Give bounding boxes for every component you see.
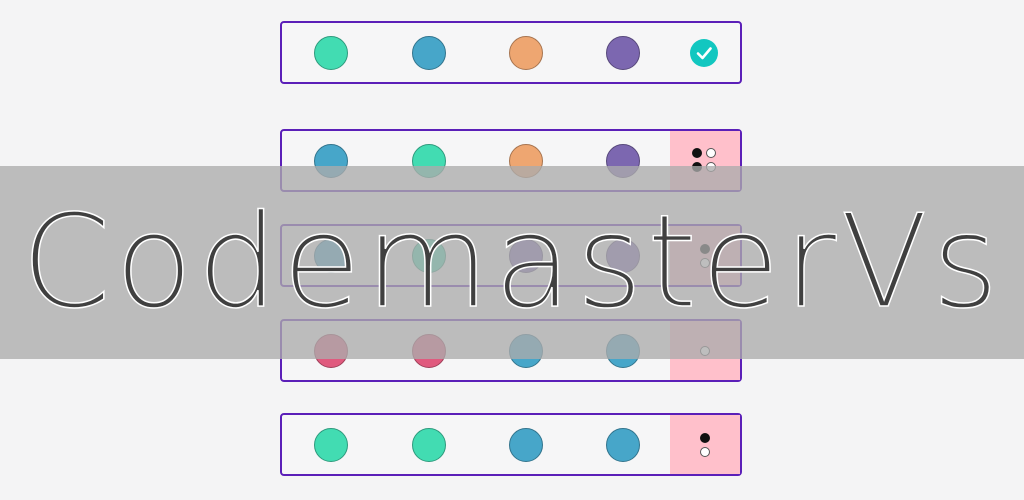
black-pin-icon xyxy=(692,147,702,158)
check-icon xyxy=(690,38,718,67)
guess-row-5[interactable] xyxy=(280,413,742,476)
black-pin-icon xyxy=(700,432,710,443)
peg-blue[interactable] xyxy=(412,35,446,70)
white-pin-icon xyxy=(706,147,716,158)
peg-green[interactable] xyxy=(412,427,446,462)
feedback-area xyxy=(670,23,740,82)
guess-row-1[interactable] xyxy=(280,21,742,84)
peg-purple[interactable] xyxy=(606,35,640,70)
peg-green[interactable] xyxy=(314,35,348,70)
white-pin-icon xyxy=(700,446,710,457)
feedback-area xyxy=(670,415,740,474)
peg-blue[interactable] xyxy=(509,427,543,462)
app-title: CodemasterVs xyxy=(21,187,1003,337)
peg-green[interactable] xyxy=(314,427,348,462)
peg-blue[interactable] xyxy=(606,427,640,462)
peg-orange[interactable] xyxy=(509,35,543,70)
